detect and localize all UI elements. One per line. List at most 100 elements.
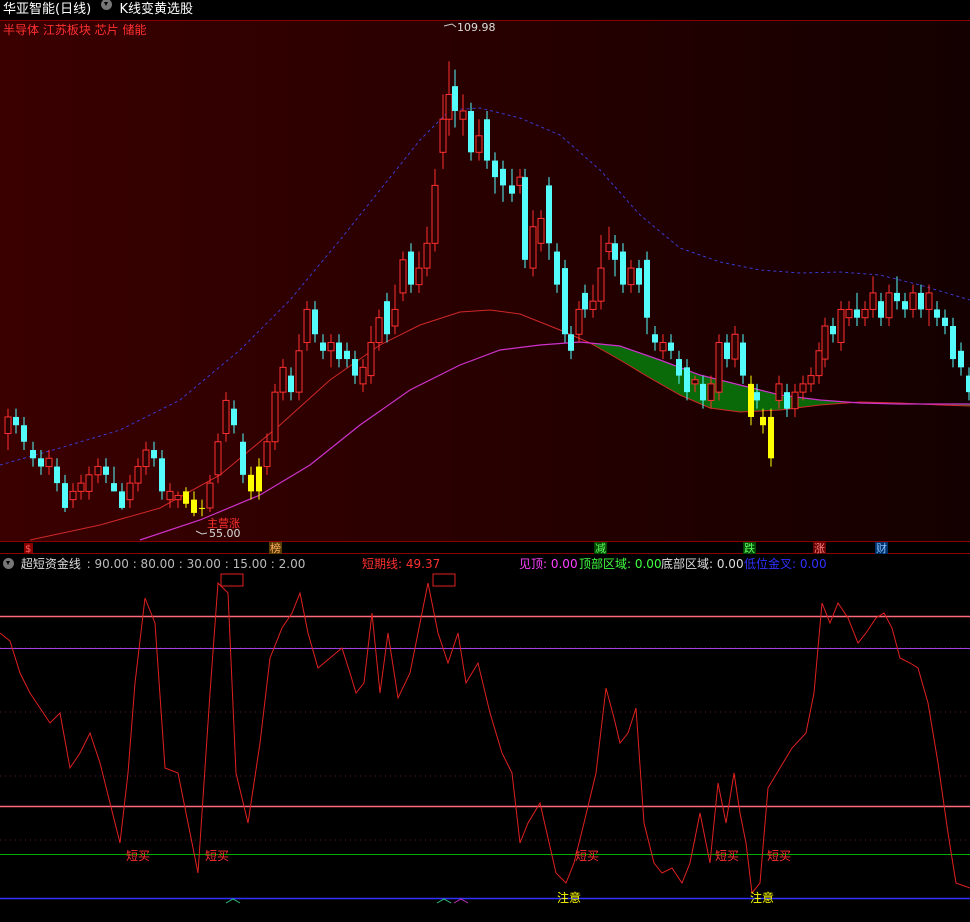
candle-body bbox=[894, 292, 900, 302]
candle-body bbox=[415, 267, 423, 286]
candle-body bbox=[408, 251, 414, 285]
candle-body bbox=[391, 308, 399, 327]
candle-body bbox=[303, 308, 311, 344]
candle-body bbox=[546, 185, 552, 244]
candle-body bbox=[740, 342, 746, 376]
candle-body bbox=[589, 300, 597, 310]
candle-body bbox=[214, 441, 222, 476]
short-buy-label: 短买 bbox=[767, 849, 791, 863]
high-price-label: 109.98 bbox=[457, 21, 496, 34]
candle-body bbox=[119, 491, 125, 508]
candle-body bbox=[256, 466, 262, 492]
candle-body bbox=[636, 268, 642, 285]
candle-body bbox=[909, 292, 917, 310]
candle-body bbox=[475, 135, 483, 153]
main-candlestick-chart[interactable]: 半导体 江苏板块 芯片 储能 109.98 55.00 主营涨 $ 榜 减 跌 … bbox=[0, 0, 970, 555]
candle-body bbox=[942, 317, 948, 326]
candle-body bbox=[312, 309, 318, 335]
candle-body bbox=[760, 416, 766, 426]
candle-body bbox=[295, 350, 303, 393]
candle-body bbox=[627, 267, 635, 286]
candle-body bbox=[62, 483, 68, 508]
candle-body bbox=[562, 268, 568, 335]
candle-body bbox=[271, 391, 279, 443]
candle-body bbox=[452, 86, 458, 111]
candle-body bbox=[77, 482, 85, 492]
candle-body bbox=[768, 416, 774, 459]
badge-reduce-label: 减 bbox=[595, 542, 606, 555]
candle-body bbox=[431, 184, 439, 244]
candle-body bbox=[4, 416, 12, 434]
candle-body bbox=[966, 375, 970, 393]
candle-body bbox=[878, 301, 884, 318]
candle-body bbox=[191, 499, 197, 513]
candle-body bbox=[748, 383, 754, 417]
candle-body bbox=[958, 350, 964, 368]
candle-body bbox=[700, 383, 706, 401]
candle-body bbox=[582, 292, 588, 310]
candle-body bbox=[925, 292, 933, 310]
bottom-badges: $ 榜 减 跌 涨 财 bbox=[24, 541, 888, 555]
candle-body bbox=[950, 325, 956, 360]
candle-body bbox=[183, 491, 189, 504]
candle-body bbox=[134, 466, 142, 484]
candle-body bbox=[206, 482, 214, 509]
candle-body bbox=[731, 333, 739, 360]
candle-body bbox=[668, 342, 674, 351]
badge-finance-label: 财 bbox=[876, 541, 887, 555]
candle-body bbox=[367, 342, 375, 377]
candle-body bbox=[821, 325, 829, 360]
candle-body bbox=[791, 391, 799, 410]
sub-indicator-chart[interactable]: 短买 短买 短买 短买 短买 注意 注意 bbox=[0, 573, 970, 922]
candle-body bbox=[359, 366, 367, 385]
short-buy-label: 短买 bbox=[575, 849, 599, 863]
candle-body bbox=[784, 392, 790, 409]
candle-body bbox=[500, 168, 506, 186]
candle-body bbox=[288, 375, 294, 393]
short-line-value: 短期线: 49.37 bbox=[362, 557, 441, 571]
candle-body bbox=[445, 93, 453, 120]
bottom-zone-value: 底部区域: 0.00 bbox=[661, 557, 744, 571]
see-top-value: 见顶: 0.00 bbox=[519, 557, 578, 571]
candle-body bbox=[902, 301, 908, 310]
candle-body bbox=[509, 185, 515, 194]
candle-body bbox=[279, 366, 287, 393]
candle-body bbox=[684, 367, 690, 393]
candle-body bbox=[568, 334, 574, 351]
short-buy-label: 短买 bbox=[715, 849, 739, 863]
candle-body bbox=[142, 449, 150, 468]
candle-body bbox=[320, 342, 326, 351]
candle-body bbox=[103, 466, 109, 475]
candle-body bbox=[691, 379, 699, 385]
candle-body bbox=[384, 301, 390, 335]
candle-body bbox=[854, 309, 860, 318]
badge-rank-label: 榜 bbox=[270, 541, 281, 555]
candle-body bbox=[934, 309, 940, 318]
candle-body bbox=[85, 474, 93, 492]
candle-body bbox=[676, 359, 682, 376]
badge-dollar-label: $ bbox=[25, 544, 31, 555]
candle-body bbox=[231, 408, 237, 426]
candle-body bbox=[327, 342, 335, 352]
candle-body bbox=[468, 110, 474, 153]
candle-body bbox=[166, 490, 174, 501]
candle-body bbox=[459, 110, 467, 120]
candle-body bbox=[248, 474, 254, 492]
candle-body bbox=[537, 217, 545, 244]
candle-body bbox=[38, 458, 44, 467]
candle-body bbox=[522, 177, 528, 260]
candle-body bbox=[94, 466, 102, 476]
candle-body bbox=[263, 441, 271, 468]
candle-body bbox=[199, 507, 205, 509]
candle-body bbox=[575, 308, 583, 335]
candle-body bbox=[69, 490, 77, 501]
candle-body bbox=[13, 416, 19, 426]
candle-body bbox=[659, 342, 667, 352]
short-buy-label: 短买 bbox=[126, 849, 150, 863]
candle-body bbox=[715, 342, 723, 393]
candle-body bbox=[54, 466, 60, 484]
candle-body bbox=[375, 317, 383, 344]
candle-body bbox=[439, 118, 447, 153]
candle-body bbox=[644, 259, 650, 318]
candle-body bbox=[845, 308, 853, 319]
